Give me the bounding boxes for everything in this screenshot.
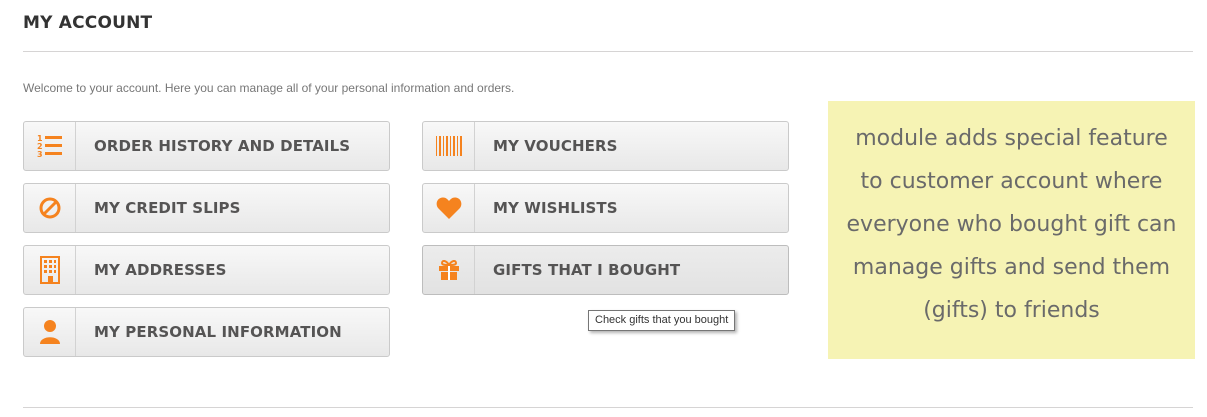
welcome-text: Welcome to your account. Here you can ma…	[23, 81, 515, 95]
personal-info-label: MY PERSONAL INFORMATION	[94, 323, 342, 341]
addresses-label: MY ADDRESSES	[94, 261, 227, 279]
vouchers-button[interactable]: MY VOUCHERS	[422, 121, 789, 171]
vouchers-label: MY VOUCHERS	[493, 137, 618, 155]
addresses-button[interactable]: MY ADDRESSES	[23, 245, 390, 295]
credit-slips-button[interactable]: MY CREDIT SLIPS	[23, 183, 390, 233]
wishlists-label: MY WISHLISTS	[493, 199, 618, 217]
gift-icon	[423, 246, 475, 294]
page-title: MY ACCOUNT	[23, 13, 153, 33]
order-history-button[interactable]: 1 2 3 ORDER HISTORY AND DETAILS	[23, 121, 390, 171]
note-line: to customer account where	[860, 169, 1163, 194]
personal-info-button[interactable]: MY PERSONAL INFORMATION	[23, 307, 390, 357]
gifts-button[interactable]: GIFTS THAT I BOUGHT	[422, 245, 789, 295]
heart-icon	[423, 184, 475, 232]
svg-text:3: 3	[37, 150, 43, 159]
feature-note: module adds special feature to customer …	[828, 101, 1195, 359]
barcode-icon	[423, 122, 475, 170]
ban-icon	[24, 184, 76, 232]
order-history-label: ORDER HISTORY AND DETAILS	[94, 137, 351, 155]
wishlists-button[interactable]: MY WISHLISTS	[422, 183, 789, 233]
footer-divider	[23, 407, 1193, 408]
note-line: module adds special feature	[855, 126, 1168, 151]
credit-slips-label: MY CREDIT SLIPS	[94, 199, 241, 217]
note-line: (gifts) to friends	[923, 298, 1100, 323]
building-icon	[24, 246, 76, 294]
title-divider	[23, 51, 1193, 52]
note-line: everyone who bought gift can	[846, 212, 1177, 237]
gifts-tooltip: Check gifts that you bought	[588, 310, 736, 331]
note-line: manage gifts and send them	[852, 255, 1171, 280]
user-icon	[24, 308, 76, 356]
gifts-label: GIFTS THAT I BOUGHT	[493, 261, 681, 279]
ordered-list-icon: 1 2 3	[24, 122, 76, 170]
